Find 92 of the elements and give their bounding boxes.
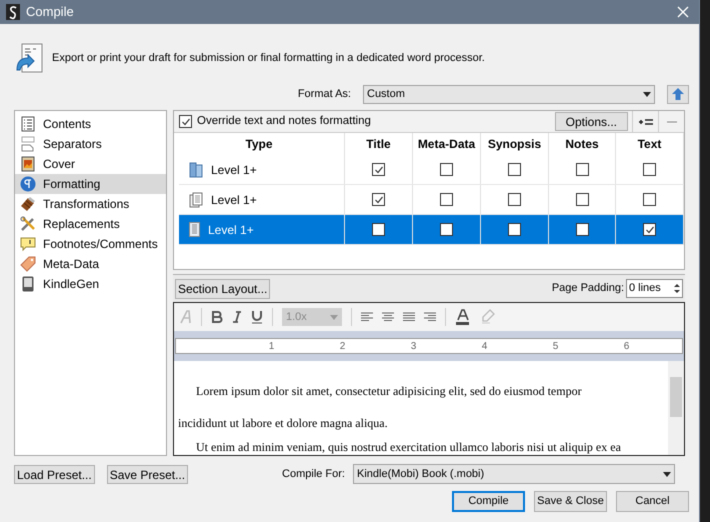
table-row[interactable]: Level 1+ [179, 155, 684, 185]
documents-icon [189, 192, 203, 208]
override-label: Override text and notes formatting [197, 114, 371, 129]
checkbox[interactable] [440, 193, 453, 206]
sidebar-item[interactable]: Formatting [15, 174, 166, 194]
checkbox[interactable] [372, 193, 385, 206]
document-icon [189, 222, 200, 237]
app-logo-icon [6, 4, 20, 20]
bold-icon[interactable] [211, 311, 223, 323]
checkbox[interactable] [643, 193, 656, 206]
text-color-icon[interactable] [455, 309, 471, 325]
spinner-icon [672, 282, 682, 296]
options-button[interactable]: Options... [554, 112, 628, 131]
window-title: Compile [26, 3, 75, 22]
compile-for-label: Compile For: [282, 466, 345, 482]
arrow-up-icon [672, 88, 684, 100]
description: Export or print your draft for submission or final formatting in a dedicated word processor. [52, 50, 485, 66]
checkbox[interactable] [440, 163, 453, 176]
caret-icon [663, 472, 671, 476]
checkbox[interactable] [576, 223, 588, 236]
checkbox[interactable] [372, 223, 385, 236]
page-icon [21, 136, 35, 152]
paragraph: Lorem ipsum dolor sit amet, consectetur adipisicing elit, sed do eiusmod tempor incididunt ut labore et dolore magna aliqua. [178, 383, 583, 432]
checkbox[interactable] [508, 223, 521, 236]
checkbox[interactable] [576, 163, 588, 176]
folder-icon [189, 162, 203, 178]
ruler-number: 1 [268, 340, 274, 354]
arrow-up-button[interactable] [667, 84, 689, 104]
tag-icon [20, 256, 36, 272]
paragraph: Ut enim ad minim veniam, quis nostrud exercitation ullamco laboris nisi ut aliquip ex ea [195, 439, 622, 455]
ruler-number: 4 [482, 340, 488, 354]
page-padding-field[interactable]: 0 lines [626, 279, 683, 298]
dialog-button[interactable]: Save & Close [534, 491, 607, 512]
table-row[interactable]: Level 1+ [179, 215, 684, 245]
sidebar-item[interactable]: Transformations [15, 194, 166, 214]
page-padding-label: Page Padding: [552, 281, 624, 296]
compile-for-dropdown[interactable]: Kindle(Mobi) Book (.mobi) [353, 464, 675, 484]
align-right-icon[interactable] [424, 312, 436, 322]
sidebar-item[interactable]: Contents [15, 114, 166, 134]
checkbox[interactable] [440, 223, 453, 236]
sidebar-item[interactable]: Separators [15, 134, 166, 154]
ruler-number: 5 [552, 340, 558, 354]
align-center-icon[interactable] [382, 312, 394, 322]
ruler-number: 6 [624, 340, 630, 354]
export-document-icon [14, 42, 44, 74]
column-header: Text [616, 133, 684, 155]
note-icon [20, 236, 36, 252]
checkbox[interactable] [372, 163, 385, 176]
column-header: Meta-Data [413, 133, 481, 155]
sidebar-item[interactable]: Meta-Data [15, 254, 166, 274]
minus-icon [666, 120, 676, 122]
dialog-button[interactable]: Cancel [616, 491, 689, 512]
scrollbar[interactable] [668, 361, 684, 455]
chocolate-icon [20, 196, 36, 212]
sidebar-item[interactable]: Cover [15, 154, 166, 174]
list-icon [21, 116, 35, 132]
checkbox[interactable] [508, 163, 521, 176]
justify-icon[interactable] [403, 312, 415, 322]
underline-icon[interactable] [251, 310, 263, 324]
caret-icon [643, 92, 651, 96]
format-as-label: Format As: [298, 86, 351, 102]
close-icon[interactable] [677, 6, 689, 18]
type-cell-text: Level 1+ [208, 222, 254, 238]
column-header: Title [345, 133, 413, 155]
save-preset-button[interactable]: Save Preset... [106, 464, 188, 484]
ereader-icon [22, 276, 34, 292]
ruler-number: 2 [340, 340, 346, 354]
sidebar-item[interactable]: Replacements [15, 214, 166, 234]
align-left-icon[interactable] [361, 312, 373, 322]
checkbox[interactable] [576, 193, 588, 206]
caret-icon [330, 314, 338, 320]
paragraph-icon [20, 176, 36, 192]
type-cell-text: Level 1+ [211, 192, 257, 208]
checkbox[interactable] [643, 163, 656, 176]
checkbox[interactable] [643, 223, 656, 236]
load-preset-button[interactable]: Load Preset... [14, 464, 95, 484]
column-header: Notes [549, 133, 616, 155]
add-lines-icon [638, 118, 652, 126]
dialog-button[interactable]: Compile [452, 491, 525, 512]
sidebar-item[interactable]: Footnotes/Comments [15, 234, 166, 254]
tools-icon [20, 216, 36, 232]
section-layout-button[interactable]: Section Layout... [175, 278, 270, 299]
column-header: Type [174, 133, 345, 155]
type-cell-text: Level 1+ [211, 162, 257, 178]
image-icon [21, 156, 35, 172]
checkbox[interactable] [179, 115, 192, 128]
sidebar-item[interactable]: KindleGen [15, 274, 166, 294]
ruler-number: 3 [410, 340, 416, 354]
italic-icon[interactable] [232, 311, 242, 323]
column-header: Synopsis [481, 133, 549, 155]
checkbox[interactable] [508, 193, 521, 206]
format-dropdown[interactable]: Custom [363, 84, 655, 104]
